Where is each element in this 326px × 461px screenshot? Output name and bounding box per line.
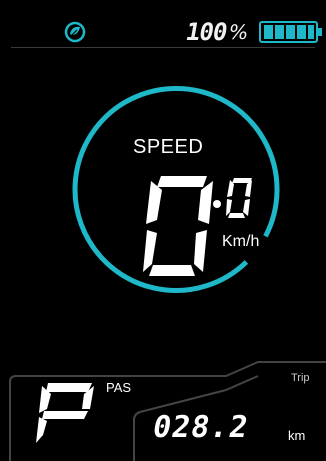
speed-label: SPEED bbox=[133, 136, 204, 158]
percent-sign: % bbox=[227, 20, 251, 44]
speed-decimal-point bbox=[213, 200, 221, 208]
status-bar: 100 % bbox=[0, 0, 326, 48]
eco-mode-icon bbox=[64, 21, 86, 43]
trip-distance-value: 028.2 bbox=[149, 409, 252, 445]
pas-label: PAS bbox=[106, 380, 132, 395]
pas-mode-letter bbox=[36, 383, 94, 443]
status-divider bbox=[11, 47, 315, 48]
speed-decimal-digit bbox=[226, 178, 252, 218]
trip-label: Trip bbox=[291, 372, 310, 384]
trip-unit: km bbox=[288, 428, 306, 443]
speed-integer-digit bbox=[143, 176, 213, 276]
battery-percentage: 100 % bbox=[183, 17, 251, 47]
speed-unit: Km/h bbox=[222, 233, 260, 250]
trip-distance: 028.2 bbox=[149, 409, 252, 445]
battery-percent-value: 100 bbox=[183, 18, 229, 46]
battery-icon bbox=[259, 21, 322, 43]
